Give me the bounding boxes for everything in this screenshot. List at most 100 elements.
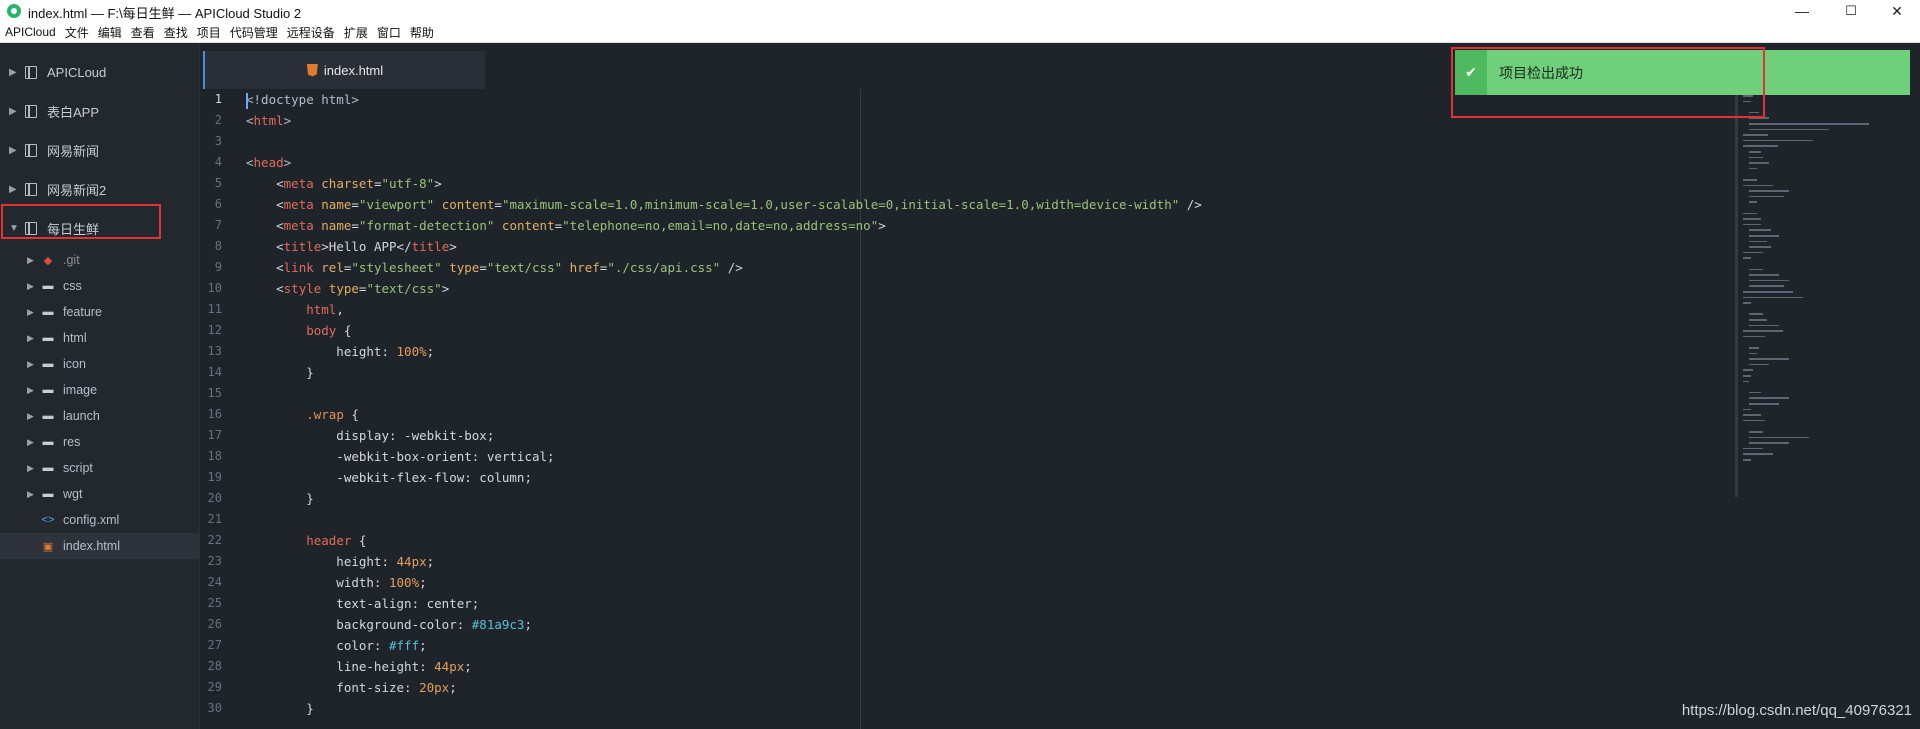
- menu-code-management[interactable]: 代码管理: [230, 24, 278, 41]
- menu-project[interactable]: 项目: [197, 24, 221, 41]
- sidebar-project-label: 表白APP: [47, 104, 100, 120]
- tree-item-script[interactable]: ▶ ▬ script: [0, 455, 200, 481]
- code-line[interactable]: -webkit-box-orient: vertical;: [246, 446, 554, 467]
- highlight-box-notification: [1451, 47, 1765, 118]
- minimize-button[interactable]: —: [1779, 0, 1825, 22]
- code-line[interactable]: header {: [246, 530, 366, 551]
- chevron-right-icon[interactable]: ▶: [27, 255, 35, 266]
- menu-bar: APICloud 文件 编辑 查看 查找 项目 代码管理 远程设备 扩展 窗口 …: [0, 22, 1920, 43]
- menu-file[interactable]: 文件: [65, 24, 89, 41]
- chevron-right-icon[interactable]: ▶: [27, 333, 35, 344]
- tree-item-html[interactable]: ▶ ▬ html: [0, 325, 200, 351]
- chevron-right-icon[interactable]: ▶: [27, 437, 35, 448]
- chevron-right-icon[interactable]: ▶: [27, 411, 35, 422]
- tab-index-html[interactable]: index.html: [203, 51, 485, 89]
- code-token: <: [246, 176, 284, 191]
- minimap-scrollbar[interactable]: [1735, 89, 1738, 497]
- tree-item-feature[interactable]: ▶ ▬ feature: [0, 299, 200, 325]
- code-line[interactable]: <!doctype html>: [246, 89, 359, 110]
- chevron-right-icon[interactable]: ▶: [27, 281, 35, 292]
- tree-item-label: res: [63, 435, 81, 449]
- chevron-right-icon[interactable]: ▶: [27, 489, 35, 500]
- code-line[interactable]: .wrap {: [246, 404, 359, 425]
- tree-item-image[interactable]: ▶ ▬ image: [0, 377, 200, 403]
- minimap-line: [1743, 218, 1761, 220]
- tree-item-index-html[interactable]: ▣ index.html: [0, 533, 200, 559]
- menu-find[interactable]: 查找: [164, 24, 188, 41]
- code-line[interactable]: height: 100%;: [246, 341, 434, 362]
- minimap-line: [1749, 167, 1757, 170]
- tree-item-label: launch: [63, 409, 100, 423]
- code-line[interactable]: color: #fff;: [246, 635, 426, 656]
- code-line[interactable]: <head>: [246, 152, 291, 173]
- code-token: "maximum-scale=1.0,minimum-scale=1.0,use…: [501, 197, 1180, 212]
- sidebar-project-0[interactable]: ▶ APICLoud: [0, 53, 200, 91]
- code-token: 100%: [396, 344, 427, 359]
- line-number: 23: [207, 554, 222, 568]
- menu-help[interactable]: 帮助: [410, 24, 434, 41]
- sidebar-project-2[interactable]: ▶ 网易新闻: [0, 131, 200, 169]
- chevron-right-icon[interactable]: ▶: [9, 67, 19, 78]
- tree-item-label: script: [63, 461, 93, 475]
- code-line[interactable]: <meta charset="utf-8">: [246, 173, 442, 194]
- minimap[interactable]: [1735, 89, 1920, 509]
- code-token: ;: [524, 617, 532, 632]
- chevron-right-icon[interactable]: ▶: [27, 385, 35, 396]
- code-token: width:: [246, 575, 389, 590]
- code-line[interactable]: font-size: 20px;: [246, 677, 456, 698]
- chevron-right-icon[interactable]: ▶: [27, 307, 35, 318]
- menu-apicloud[interactable]: APICloud: [5, 25, 56, 39]
- minimap-line: [1749, 352, 1757, 355]
- code-line[interactable]: html,: [246, 299, 344, 320]
- code-line[interactable]: height: 44px;: [246, 551, 434, 572]
- chevron-right-icon[interactable]: ▶: [9, 106, 19, 117]
- code-line[interactable]: line-height: 44px;: [246, 656, 472, 677]
- code-token: line-height:: [246, 659, 435, 674]
- sidebar-project-1[interactable]: ▶ 表白APP: [0, 92, 200, 130]
- code-line[interactable]: <title>Hello APP</title>: [246, 236, 457, 257]
- code-line[interactable]: width: 100%;: [246, 572, 426, 593]
- code-line[interactable]: background-color: #81a9c3;: [246, 614, 532, 635]
- sidebar-project-3[interactable]: ▶ 网易新闻2: [0, 170, 200, 208]
- tree-item--git[interactable]: ▶ ◆ .git: [0, 247, 200, 273]
- code-line[interactable]: text-align: center;: [246, 593, 479, 614]
- line-number: 9: [214, 260, 222, 274]
- code-editor[interactable]: 1 2 3 4 5 6 7 8 9 10 11 12 13 14 15 16 17 18 19 20 21 22 23 24 2…: [201, 89, 1731, 729]
- code-token: type: [328, 281, 359, 296]
- chevron-right-icon[interactable]: ▶: [9, 145, 19, 156]
- tree-item-res[interactable]: ▶ ▬ res: [0, 429, 200, 455]
- code-line[interactable]: -webkit-flex-flow: column;: [246, 467, 532, 488]
- code-line[interactable]: display: -webkit-box;: [246, 425, 494, 446]
- code-line[interactable]: body {: [246, 320, 351, 341]
- maximize-button[interactable]: ☐: [1828, 0, 1874, 22]
- menu-remote-device[interactable]: 远程设备: [287, 24, 335, 41]
- chevron-right-icon[interactable]: ▶: [27, 359, 35, 370]
- code-token: .wrap: [306, 407, 344, 422]
- close-button[interactable]: ✕: [1874, 0, 1920, 22]
- code-line[interactable]: }: [246, 698, 314, 719]
- tree-item-css[interactable]: ▶ ▬ css: [0, 273, 200, 299]
- code-line[interactable]: <html>: [246, 110, 291, 131]
- line-number: 2: [214, 113, 222, 127]
- menu-view[interactable]: 查看: [131, 24, 155, 41]
- line-number: 7: [214, 218, 222, 232]
- sidebar-project-label: 网易新闻: [47, 143, 100, 159]
- chevron-right-icon[interactable]: ▶: [27, 463, 35, 474]
- code-token: >: [434, 176, 442, 191]
- code-line[interactable]: <style type="text/css">: [246, 278, 449, 299]
- menu-edit[interactable]: 编辑: [98, 24, 122, 41]
- menu-window[interactable]: 窗口: [377, 24, 401, 41]
- tree-item-config-xml[interactable]: <> config.xml: [0, 507, 200, 533]
- code-line[interactable]: }: [246, 362, 314, 383]
- chevron-right-icon[interactable]: ▶: [9, 184, 19, 195]
- tree-item-icon[interactable]: ▶ ▬ icon: [0, 351, 200, 377]
- code-line[interactable]: <meta name="format-detection" content="t…: [246, 215, 886, 236]
- menu-extensions[interactable]: 扩展: [344, 24, 368, 41]
- tree-item-launch[interactable]: ▶ ▬ launch: [0, 403, 200, 429]
- tree-item-label: css: [63, 279, 82, 293]
- code-line[interactable]: <link rel="stylesheet" type="text/css" h…: [246, 257, 743, 278]
- tree-item-wgt[interactable]: ▶ ▬ wgt: [0, 481, 200, 507]
- code-line[interactable]: <meta name="viewport" content="maximum-s…: [246, 194, 1202, 215]
- code-line[interactable]: }: [246, 488, 314, 509]
- code-token: }: [246, 491, 314, 506]
